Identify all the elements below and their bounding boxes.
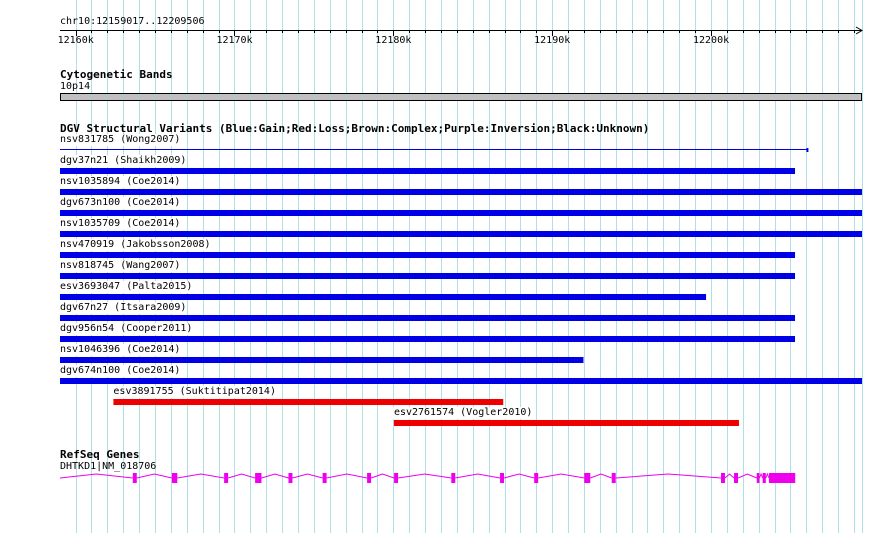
ruler-tick-label: 12170k — [216, 35, 253, 46]
dgv-feature-end — [806, 148, 809, 152]
ruler-tick-label: 12160k — [57, 35, 94, 46]
dgv-feature-bar[interactable] — [60, 315, 796, 321]
cytoband-label: 10p14 — [60, 81, 91, 92]
dgv-feature-label[interactable]: nsv1046396 (Coe2014) — [59, 344, 182, 356]
dgv-feature-label[interactable]: esv3693047 (Palta2015) — [59, 281, 194, 293]
dgv-feature-label[interactable]: nsv470919 (Jakobsson2008) — [59, 239, 212, 251]
dgv-feature-bar[interactable] — [60, 252, 796, 258]
dgv-feature-bar[interactable] — [60, 231, 862, 237]
gene-exon[interactable] — [584, 473, 591, 483]
gene-exon[interactable] — [451, 473, 456, 483]
dgv-feature-label[interactable]: nsv818745 (Wang2007) — [59, 260, 182, 272]
cytoband-track — [60, 93, 862, 101]
dgv-feature-label[interactable]: esv2761574 (Vogler2010) — [392, 407, 534, 419]
dgv-feature-bar[interactable] — [60, 378, 862, 384]
dgv-feature-bar[interactable] — [60, 168, 796, 174]
dgv-feature-label[interactable]: dgv673n100 (Coe2014) — [59, 197, 182, 209]
ruler — [60, 26, 863, 36]
dgv-feature-label[interactable]: nsv1035894 (Coe2014) — [59, 176, 182, 188]
gene-exon[interactable] — [762, 473, 766, 483]
gene-intron-line — [59, 472, 770, 479]
refseq-track — [59, 472, 796, 483]
cytoband-track-title: Cytogenetic Bands — [60, 68, 173, 81]
ruler-location-label: chr10:12159017..12209506 — [60, 16, 205, 27]
gene-exon[interactable] — [132, 473, 137, 483]
gene-exon[interactable] — [224, 473, 229, 483]
grid-lines — [76, 0, 863, 533]
cytoband-bar[interactable] — [60, 93, 862, 101]
dgv-feature-label[interactable]: dgv67n27 (Itsara2009) — [59, 302, 188, 314]
gene-exon[interactable] — [367, 473, 372, 483]
dgv-feature-label[interactable]: dgv37n21 (Shaikh2009) — [59, 155, 188, 167]
dgv-feature-label[interactable]: nsv1035709 (Coe2014) — [59, 218, 182, 230]
dgv-feature-bar[interactable] — [113, 399, 504, 405]
gene-exon[interactable] — [768, 473, 796, 483]
ruler-tick-label: 12200k — [693, 35, 730, 46]
dgv-feature-bar[interactable] — [60, 357, 584, 363]
gene-exon[interactable] — [721, 473, 725, 483]
gene-exon[interactable] — [171, 473, 178, 483]
refseq-track-title: RefSeq Genes — [60, 448, 140, 461]
gene-exon[interactable] — [500, 473, 505, 483]
dgv-feature-label[interactable]: dgv956n54 (Cooper2011) — [59, 323, 194, 335]
dgv-feature-bar[interactable] — [60, 294, 707, 300]
dgv-feature-label[interactable]: nsv831785 (Wong2007) — [59, 134, 182, 146]
refseq-gene-label[interactable]: DHTKD1|NM_018706 — [60, 461, 156, 473]
genome-browser-panel: chr10:12159017..12209506 12160k 12170k 121… — [0, 0, 890, 533]
dgv-feature-bar[interactable] — [60, 273, 796, 279]
ruler-tick-label: 12190k — [534, 35, 571, 46]
ruler-tick-label: 12180k — [375, 35, 412, 46]
dgv-feature-label[interactable]: dgv674n100 (Coe2014) — [59, 365, 182, 377]
gene-exon[interactable] — [322, 473, 327, 483]
gene-exon[interactable] — [734, 473, 739, 483]
gene-exon[interactable] — [534, 473, 539, 483]
gene-exon[interactable] — [756, 473, 760, 483]
gene-exon[interactable] — [255, 473, 262, 483]
dgv-feature-bar[interactable] — [60, 336, 796, 342]
dgv-feature-bar[interactable] — [393, 420, 739, 426]
dgv-feature-bar[interactable] — [60, 189, 862, 195]
dgv-feature-label[interactable]: esv3891755 (Suktitipat2014) — [112, 386, 277, 398]
gene-exon[interactable] — [394, 473, 399, 483]
gene-exon[interactable] — [288, 473, 293, 483]
dgv-feature-bar[interactable] — [60, 210, 862, 216]
gene-exon[interactable] — [611, 473, 616, 483]
